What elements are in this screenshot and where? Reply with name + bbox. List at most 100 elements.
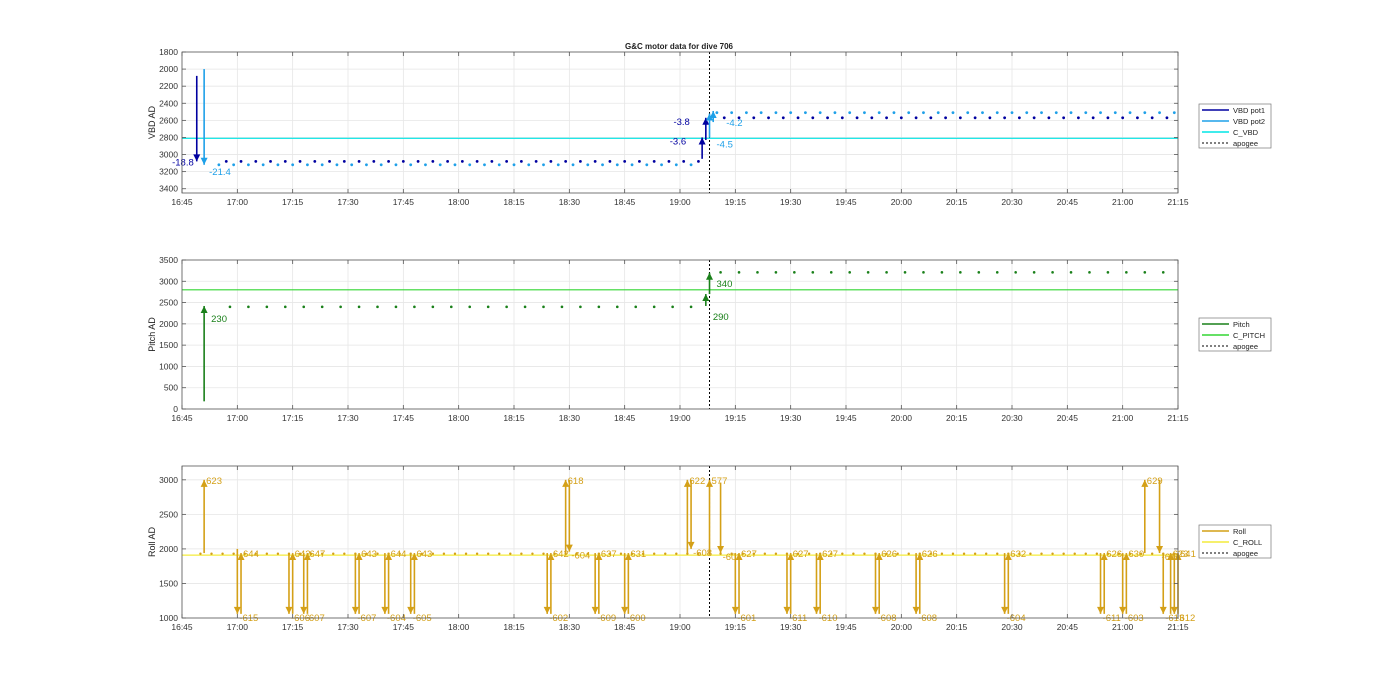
arrow-label: 644 [391, 549, 407, 560]
x-tick-label: 16:45 [171, 622, 193, 632]
y-tick-label: 1500 [159, 340, 178, 350]
vbd-pot1-point [1165, 116, 1169, 120]
x-tick-label: 17:45 [393, 622, 415, 632]
vbd-pot1-point [298, 159, 302, 163]
y-tick-label: 3500 [159, 255, 178, 265]
legend-entry: VBD pot1 [1233, 106, 1265, 115]
vbd-pot2-point [1099, 111, 1102, 115]
pitch-point [357, 305, 361, 309]
roll-point [996, 552, 999, 555]
x-tick-label: 16:45 [171, 413, 193, 423]
pitch-point [829, 271, 833, 274]
vbd-pot1-point [944, 116, 947, 120]
x-tick-label: 18:00 [448, 197, 470, 207]
pitch-point [431, 305, 435, 309]
roll-point [520, 552, 523, 555]
vbd-pot2-point [1069, 111, 1073, 115]
arrow-label: 577 [712, 476, 728, 487]
vbd-pot1-point [885, 116, 888, 120]
x-tick-label: 17:00 [227, 622, 249, 632]
y-tick-label: 3400 [159, 184, 178, 194]
vbd-pot1-point [958, 116, 962, 120]
x-tick-label: 19:45 [835, 197, 857, 207]
pitch-point [689, 305, 693, 309]
y-tick-label: 3000 [159, 276, 178, 286]
y-tick-label: 2000 [159, 64, 178, 74]
vbd-pot1-point [357, 159, 361, 163]
vbd-pot1-point [254, 159, 258, 163]
roll-point [1040, 552, 1043, 555]
figure-title: G&C motor data for dive 706 [625, 42, 734, 51]
vbd-pot1-point [1017, 116, 1021, 120]
vbd-pot2-point [1172, 111, 1176, 115]
vbd-pot2-point [453, 163, 457, 167]
pitch-point [811, 271, 815, 274]
arrow-label: -3.8 [673, 117, 689, 128]
vbd-pot2-point [759, 111, 763, 115]
x-tick-label: 19:45 [835, 413, 857, 423]
x-tick-label: 17:15 [282, 413, 304, 423]
vbd-pot1-point [973, 116, 977, 120]
vbd-pot2-point [981, 111, 984, 115]
pitch-point [413, 305, 416, 309]
pitch-point [615, 305, 619, 309]
x-tick-label: 18:30 [559, 413, 581, 423]
arrow-label: -21.4 [209, 167, 231, 178]
x-tick-label: 19:30 [780, 622, 802, 632]
vbd-pot1-point [1136, 116, 1139, 120]
pitch-point [265, 305, 269, 309]
pitch-point [885, 271, 888, 274]
arrow-label: 623 [206, 476, 222, 487]
x-tick-label: 19:30 [780, 197, 802, 207]
pitch-point [793, 271, 796, 274]
x-tick-label: 16:45 [171, 197, 193, 207]
x-tick-label: 21:00 [1112, 622, 1134, 632]
pitch-point [449, 305, 453, 309]
pitch-point [1125, 271, 1128, 274]
pitch-point [523, 305, 527, 309]
vbd-pot1-point [224, 159, 228, 163]
vbd-pot2-point [379, 163, 383, 167]
x-tick-label: 21:15 [1167, 413, 1189, 423]
vbd-pot2-point [350, 163, 354, 167]
x-tick-label: 18:00 [448, 622, 470, 632]
legend-entry: Roll [1233, 527, 1246, 536]
vbd-pot1-point [667, 159, 671, 163]
x-tick-label: 20:15 [946, 413, 968, 423]
pitch-point [283, 305, 287, 309]
arrow-label: 637 [601, 549, 617, 560]
x-tick-label: 19:15 [725, 622, 747, 632]
vbd-pot1-point [1077, 116, 1080, 120]
vbd-pot2-point [468, 163, 472, 167]
pitch-point [940, 271, 944, 274]
vbd-pot2-point [848, 111, 852, 115]
x-tick-label: 20:30 [1001, 622, 1023, 632]
vbd-pot1-point [767, 116, 770, 120]
vbd-pot1-point [593, 159, 597, 163]
roll-point [951, 552, 955, 555]
vbd-pot1-point [1106, 116, 1110, 120]
x-tick-label: 17:45 [393, 197, 415, 207]
vbd-pot1-point [855, 116, 859, 120]
x-tick-label: 17:00 [227, 413, 249, 423]
vbd-pot1-point [490, 159, 494, 163]
roll-point [1095, 552, 1099, 555]
arrow-label: -3.6 [670, 136, 686, 147]
vbd-pot1-point [534, 159, 538, 163]
roll-point [863, 552, 866, 555]
vbd-pot1-point [549, 159, 553, 163]
pitch-point [1161, 271, 1165, 274]
y-tick-label: 3000 [159, 150, 178, 160]
y-tick-label: 2500 [159, 509, 178, 519]
y-tick-label: 2800 [159, 132, 178, 142]
x-tick-label: 18:30 [559, 622, 581, 632]
x-tick-label: 17:15 [282, 197, 304, 207]
pitch-point [756, 271, 759, 274]
x-tick-label: 20:30 [1001, 413, 1023, 423]
vbd-pot1-point [431, 159, 435, 163]
roll-point [1073, 552, 1076, 555]
arrow-label: 647 [309, 549, 325, 560]
axes-layer: 16:45 17:00 17:15 17:30 17:45 18:00 18:15 18:30… [147, 47, 1189, 632]
y-tick-label: 2000 [159, 319, 178, 329]
vbd-pot2-point [424, 163, 427, 167]
